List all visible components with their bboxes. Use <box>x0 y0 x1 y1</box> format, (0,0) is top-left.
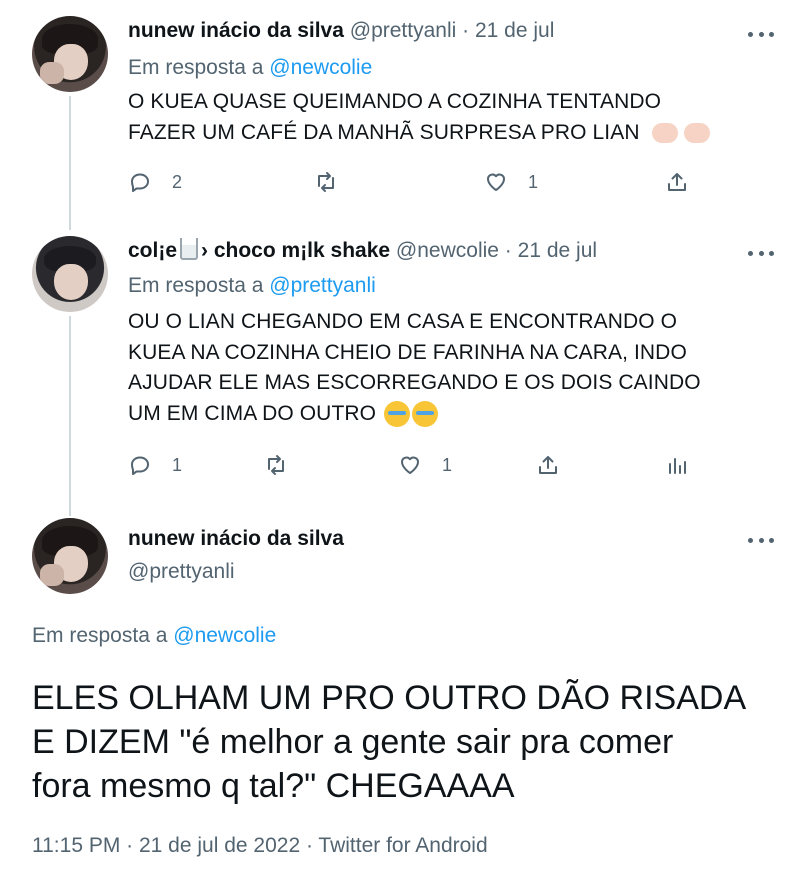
heart-icon <box>401 456 419 474</box>
display-name[interactable]: nunew inácio da silva <box>128 527 344 551</box>
analytics-button[interactable] <box>666 453 690 477</box>
display-name-part: col¡e <box>128 239 178 262</box>
analytics-icon <box>669 458 686 474</box>
like-button[interactable]: 1 <box>398 453 452 477</box>
palm-hand-emoji <box>651 122 678 143</box>
more-options-icon[interactable] <box>748 530 774 550</box>
retweet-button[interactable] <box>314 170 338 194</box>
retweet-icon <box>318 172 334 192</box>
retweet-icon <box>268 455 284 475</box>
reply-count: 1 <box>172 454 183 475</box>
tweet-meta[interactable]: 11:15 PM · 21 de jul de 2022 · Twitter f… <box>32 834 488 858</box>
display-name[interactable]: nunew inácio da silva <box>128 19 344 42</box>
thread-connector <box>69 96 71 230</box>
reply-context: Em resposta a @newcolie <box>32 624 276 648</box>
avatar[interactable] <box>32 518 108 594</box>
user-handle[interactable]: @prettyanli <box>128 560 235 584</box>
reply-label: Em resposta a <box>32 624 168 647</box>
share-icon <box>539 456 557 474</box>
tweet-text-body: O KUEA QUASE QUEIMANDO A COZINHA TENTAND… <box>128 90 662 144</box>
palm-hand-emoji <box>683 122 710 143</box>
main-tweet-text: ELES OLHAM UM PRO OUTRO DÃO RISADA E DIZ… <box>32 679 747 805</box>
share-button[interactable] <box>665 170 689 194</box>
separator-dot: · <box>462 19 470 42</box>
avatar[interactable] <box>32 16 108 92</box>
thread-connector <box>69 316 71 516</box>
reply-icon <box>131 173 149 192</box>
reply-mention-link[interactable]: @newcolie <box>269 56 372 79</box>
tweet-text: O KUEA QUASE QUEIMANDO A COZINHA TENTAND… <box>128 87 710 148</box>
reply-mention-link[interactable]: @newcolie <box>173 624 276 647</box>
like-count: 1 <box>528 171 539 192</box>
reply-context: Em resposta a @prettyanli <box>128 274 376 298</box>
more-options-icon[interactable] <box>748 243 774 263</box>
reply-label: Em resposta a <box>128 56 264 79</box>
share-button[interactable] <box>536 453 560 477</box>
tweet-date[interactable]: 21 de jul <box>518 239 597 262</box>
reply-icon <box>131 456 149 475</box>
retweet-button[interactable] <box>264 453 288 477</box>
reply-mention-link[interactable]: @prettyanli <box>269 274 376 297</box>
tweet-header: nunew inácio da silva @prettyanli · 21 d… <box>128 19 554 43</box>
display-name-part: › choco m¡lk shake <box>201 239 391 262</box>
tweet-actions: 2 1 <box>128 170 698 200</box>
tweet-header: col¡e › choco m¡lk shake @newcolie · 21 d… <box>128 238 597 263</box>
avatar[interactable] <box>32 236 108 312</box>
reply-button[interactable]: 2 <box>128 170 182 194</box>
reply-count: 2 <box>172 171 183 192</box>
reply-label: Em resposta a <box>128 274 264 297</box>
like-button[interactable]: 1 <box>484 170 538 194</box>
user-handle[interactable]: @newcolie <box>396 239 499 262</box>
milk-glass-emoji <box>180 238 199 260</box>
heart-icon <box>487 173 505 191</box>
crying-face-emoji <box>412 400 439 427</box>
reply-context: Em resposta a @newcolie <box>128 56 372 80</box>
separator-dot: · <box>504 239 512 262</box>
like-count: 1 <box>442 454 453 475</box>
tweet-actions: 1 1 <box>128 453 698 483</box>
display-name[interactable]: col¡e › choco m¡lk shake <box>128 238 391 262</box>
share-icon <box>668 173 686 191</box>
more-options-icon[interactable] <box>748 24 774 44</box>
crying-face-emoji <box>384 400 411 427</box>
reply-button[interactable]: 1 <box>128 453 182 477</box>
tweet-text: OU O LIAN CHEGANDO EM CASA E ENCONTRANDO… <box>128 307 701 429</box>
user-handle[interactable]: @prettyanli <box>350 19 457 42</box>
tweet-date[interactable]: 21 de jul <box>475 19 554 42</box>
